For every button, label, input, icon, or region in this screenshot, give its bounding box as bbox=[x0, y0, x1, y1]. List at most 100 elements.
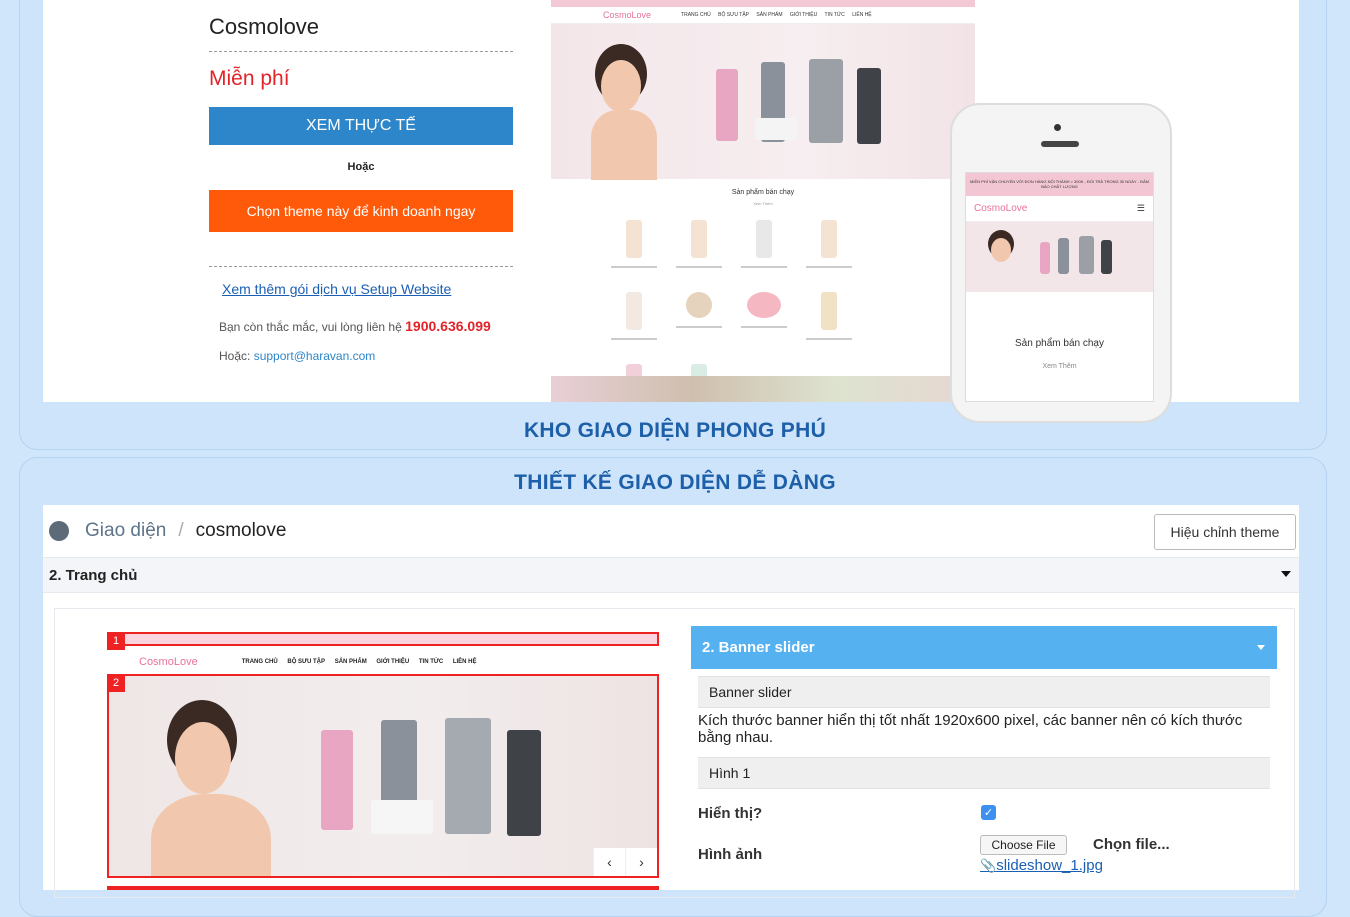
product-text bbox=[675, 266, 722, 268]
desktop-bottom-strip bbox=[551, 376, 975, 402]
menu-icon: ☰ bbox=[1136, 203, 1145, 213]
product-text bbox=[740, 266, 787, 268]
desktop-preview: CosmoLove TRANG CHỦ BỘ SƯU TẬP SẢN PHẨM … bbox=[551, 0, 975, 402]
desktop-product-grid bbox=[551, 206, 975, 402]
banner-slider-header[interactable]: 2. Banner slider bbox=[691, 626, 1277, 669]
show-checkbox[interactable]: ✓ bbox=[981, 805, 996, 820]
product-thumb bbox=[746, 292, 781, 318]
homepage-preview: 1 CosmoLove TRANG CHỦ BỘ SƯU TẬP SẢN PHẨ… bbox=[107, 632, 659, 890]
slider-arrows: ‹ › bbox=[593, 848, 657, 876]
chevron-right-icon[interactable]: › bbox=[625, 848, 657, 876]
product-box bbox=[1079, 236, 1094, 274]
divider bbox=[209, 51, 513, 52]
preview-menu-item: TIN TỨC bbox=[418, 659, 444, 665]
desktop-menu-item: TRANG CHỦ bbox=[681, 12, 711, 18]
chevron-left-icon[interactable]: ‹ bbox=[593, 848, 625, 876]
product-bottle bbox=[507, 730, 541, 836]
product-thumb bbox=[820, 220, 837, 258]
preview-banner[interactable]: ‹ › bbox=[107, 674, 659, 878]
desktop-nav: CosmoLove TRANG CHỦ BỘ SƯU TẬP SẢN PHẨM … bbox=[551, 7, 975, 24]
product-card bbox=[601, 292, 666, 364]
caret-down-icon bbox=[1281, 571, 1291, 577]
image-group-label: Hình 1 bbox=[698, 757, 1270, 789]
product-card bbox=[796, 292, 861, 364]
product-text bbox=[805, 338, 852, 340]
model-shoulders bbox=[151, 794, 271, 876]
product-thumb bbox=[690, 220, 707, 258]
preview-menu-item: LIÊN HỆ bbox=[452, 659, 477, 665]
file-placeholder: Chọn file... bbox=[1093, 836, 1170, 853]
product-bottle bbox=[857, 68, 881, 144]
product-bottle bbox=[1101, 240, 1112, 274]
group-label: Banner slider bbox=[698, 676, 1270, 708]
product-thumb bbox=[820, 292, 837, 330]
product-card bbox=[601, 220, 666, 292]
product-box bbox=[445, 718, 491, 834]
product-card bbox=[731, 220, 796, 292]
breadcrumb-root[interactable]: Giao diện bbox=[85, 520, 166, 542]
product-bottle bbox=[1058, 238, 1069, 274]
desktop-topbar bbox=[551, 0, 975, 7]
paperclip-icon: 📎 bbox=[980, 858, 997, 873]
desktop-menu-item: SẢN PHẨM bbox=[756, 12, 783, 18]
product-card bbox=[731, 292, 796, 364]
theme-name: Cosmolove bbox=[209, 14, 320, 39]
preview-logo: CosmoLove bbox=[139, 656, 198, 668]
preview-topbar[interactable] bbox=[107, 632, 659, 646]
mobile-section-title: Sản phẩm bán chạy bbox=[1015, 338, 1104, 349]
preview-menu: TRANG CHỦ BỘ SƯU TẬP SẢN PHẨM GIỚI THIỆU… bbox=[242, 659, 485, 665]
or-text: Hoặc bbox=[347, 161, 375, 173]
model-face bbox=[991, 238, 1011, 262]
phone-camera bbox=[1054, 124, 1061, 131]
mobile-logo: CosmoLove bbox=[974, 203, 1028, 214]
product-thumb bbox=[685, 292, 712, 318]
product-thumb bbox=[625, 220, 642, 258]
product-text bbox=[675, 326, 722, 328]
product-thumb bbox=[625, 292, 642, 330]
product-text bbox=[805, 266, 852, 268]
library-section-title: KHO GIAO DIỆN PHONG PHÚ bbox=[523, 419, 827, 442]
preview-menu-item: TRANG CHỦ bbox=[241, 659, 278, 665]
view-demo-button[interactable]: XEM THỰC TẾ bbox=[209, 107, 513, 145]
model-shoulders bbox=[591, 110, 657, 180]
phone-speaker bbox=[1041, 141, 1079, 147]
product-box bbox=[371, 800, 433, 834]
mobile-preview: MIỄN PHÍ VẬN CHUYỂN VỚI ĐƠN HÀNG NỘI THÀ… bbox=[965, 172, 1154, 402]
phone-number[interactable]: 1900.636.099 bbox=[405, 318, 491, 334]
mobile-section-sub: Xem Thêm bbox=[1042, 363, 1077, 370]
choose-file-button[interactable]: Choose File bbox=[980, 835, 1067, 855]
preview-menu-item: BỘ SƯU TẬP bbox=[287, 659, 326, 665]
edit-theme-button[interactable]: Hiệu chỉnh theme bbox=[1154, 514, 1296, 550]
preview-next-section bbox=[107, 886, 659, 890]
choose-theme-button[interactable]: Chọn theme này để kinh doanh ngay bbox=[209, 190, 513, 232]
image-label: Hình ảnh bbox=[698, 846, 763, 863]
file-link[interactable]: 📎slideshow_1.jpg bbox=[980, 857, 1103, 874]
product-card bbox=[796, 220, 861, 292]
homepage-accordion[interactable]: 2. Trang chủ bbox=[43, 557, 1299, 593]
product-bottle bbox=[716, 69, 738, 141]
desktop-logo: CosmoLove bbox=[603, 10, 652, 20]
price-label: Miễn phí bbox=[209, 67, 290, 90]
breadcrumb-separator: / bbox=[178, 520, 184, 541]
accordion-title: 2. Trang chủ bbox=[49, 566, 138, 584]
contact-line: Bạn còn thắc mắc, vui lòng liên hệ 1900.… bbox=[219, 318, 491, 334]
contact-text: Bạn còn thắc mắc, vui lòng liên hệ bbox=[219, 320, 402, 334]
product-text bbox=[610, 266, 657, 268]
product-box bbox=[809, 59, 843, 143]
breadcrumb-current: cosmolove bbox=[195, 520, 287, 541]
mobile-topbar: MIỄN PHÍ VẬN CHUYỂN VỚI ĐƠN HÀNG NỘI THÀ… bbox=[966, 173, 1153, 196]
show-label: Hiển thị? bbox=[698, 805, 763, 822]
product-thumb bbox=[755, 220, 772, 258]
model-face bbox=[601, 60, 641, 112]
desktop-menu-item: GIỚI THIỆU bbox=[789, 12, 818, 18]
product-text bbox=[610, 338, 657, 340]
mobile-banner-image bbox=[966, 222, 1153, 292]
product-bottle bbox=[1040, 242, 1050, 274]
settings-form: 2. Banner slider Banner slider Kích thướ… bbox=[691, 626, 1277, 890]
section-marker: 2 bbox=[107, 674, 125, 692]
desktop-menu-item: LIÊN HỆ bbox=[852, 12, 872, 18]
product-text bbox=[740, 326, 787, 328]
setup-service-link[interactable]: Xem thêm gói dịch vụ Setup Website bbox=[222, 281, 451, 297]
support-email-link[interactable]: support@haravan.com bbox=[254, 349, 376, 363]
file-name: slideshow_1.jpg bbox=[996, 857, 1103, 874]
